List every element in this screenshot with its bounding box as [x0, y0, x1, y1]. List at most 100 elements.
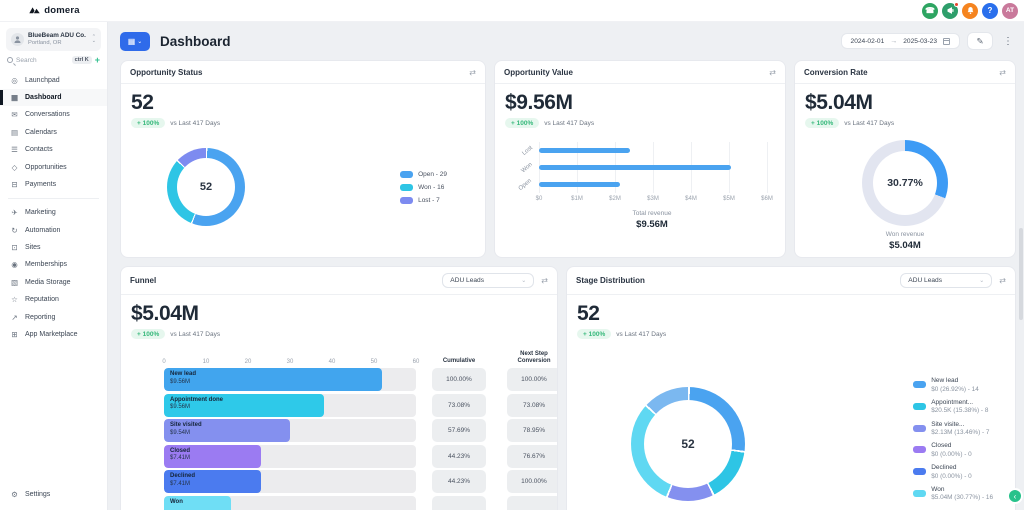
account-switcher[interactable]: BlueBeam ADU Co. Portland, OR ⌃ ⌄	[6, 28, 101, 51]
status-legend: Open - 29 Won - 16 Lost - 7	[400, 170, 447, 204]
switch-chart-icon[interactable]: ⇄	[469, 68, 476, 77]
account-avatar-icon	[11, 32, 24, 46]
grid-icon: ▦	[127, 36, 136, 46]
sidebar-item-automation[interactable]: ↻ Automation	[0, 222, 107, 239]
search-shortcut: ctrl K	[71, 56, 92, 64]
page-header: ▦ ⌄ Dashboard 2024-02-01 → 2025-03-23 ✎ ⋮	[120, 28, 1016, 54]
next-step-value	[507, 495, 557, 510]
sidebar-item-opportunities[interactable]: ◇ Opportunities	[0, 158, 107, 175]
value-bar-chart: Lost Won Open	[505, 142, 775, 194]
bar-label: Lost	[521, 144, 534, 157]
chevron-down-icon: ⌄	[979, 278, 985, 284]
compare-label: vs Last 417 Days	[170, 119, 221, 127]
sidebar-item-media-storage[interactable]: ▧ Media Storage	[0, 274, 107, 291]
vertical-scrollbar[interactable]	[1019, 228, 1023, 320]
topbar-icons: ☎ ? AT	[922, 1, 1024, 19]
sidebar-collapse-button[interactable]: ‹	[1009, 490, 1021, 502]
axis-tick: 0	[162, 359, 166, 366]
stage-donut-chart: 52	[631, 387, 745, 502]
legend-swatch	[400, 170, 414, 178]
sidebar-item-payments[interactable]: ⊟ Payments	[0, 176, 107, 193]
legend-swatch	[913, 468, 927, 476]
sidebar-item-contacts[interactable]: ☰ Contacts	[0, 141, 107, 158]
card-title: Stage Distribution	[576, 276, 645, 285]
bar-open	[539, 182, 620, 188]
sidebar-item-launchpad[interactable]: ◎ Launchpad	[0, 72, 107, 89]
card-title: Opportunity Value	[504, 67, 573, 77]
legend-item: New lead $0 (26.92%) - 14	[913, 377, 993, 394]
date-range-picker[interactable]: 2024-02-01 → 2025-03-23	[840, 33, 960, 49]
switch-chart-icon[interactable]: ⇄	[541, 276, 548, 285]
funnel-row-track: Closed $7.41M	[164, 444, 416, 468]
kebab-menu-button[interactable]: ⋮	[1000, 36, 1016, 47]
change-badge: + 100%	[131, 118, 166, 129]
legend-swatch	[913, 381, 927, 389]
sites-icon: ⊡	[11, 243, 18, 253]
quick-add-button[interactable]: +	[95, 55, 100, 65]
star-icon: ☆	[11, 295, 18, 305]
funnel-row-track: Site visited $9.54M	[164, 419, 416, 443]
axis-tick: 60	[412, 359, 420, 366]
switch-chart-icon[interactable]: ⇄	[999, 276, 1006, 285]
opportunity-value-card: Opportunity Value ⇄ $9.56M + 100% vs Las…	[494, 60, 786, 258]
axis-tick: $0	[535, 196, 543, 203]
next-step-value: 78.95%	[507, 419, 557, 443]
legend-item: Closed $0 (0.00%) - 0	[913, 442, 993, 459]
bell-icon[interactable]	[962, 2, 978, 19]
switch-chart-icon[interactable]: ⇄	[769, 68, 776, 77]
main-content: ▦ ⌄ Dashboard 2024-02-01 → 2025-03-23 ✎ ⋮…	[108, 22, 1024, 510]
calendar-icon	[943, 37, 950, 45]
sidebar-item-settings[interactable]: ⚙ Settings	[0, 486, 107, 503]
sidebar-item-marketing[interactable]: ✈ Marketing	[0, 204, 107, 221]
switch-chart-icon[interactable]: ⇄	[999, 68, 1006, 77]
bar-won	[539, 165, 731, 171]
sidebar-item-dashboard[interactable]: ▦ Dashboard	[0, 88, 107, 107]
sidebar-item-conversations[interactable]: ✉ Conversations	[0, 106, 107, 123]
bar-label: Won	[520, 161, 534, 174]
cumulative-value	[432, 495, 486, 510]
brand-logo-icon	[28, 2, 41, 20]
edit-dashboard-button[interactable]: ✎	[967, 32, 993, 50]
status-donut-chart: 52	[167, 148, 245, 227]
legend-swatch	[400, 196, 414, 204]
brand-logo[interactable]: domera	[0, 2, 108, 20]
avatar[interactable]: AT	[1002, 2, 1018, 19]
notification-dot	[954, 1, 959, 7]
search-placeholder: Search	[16, 56, 37, 64]
gauge-center-value: 30.77%	[873, 151, 937, 216]
marketplace-icon: ⊞	[11, 329, 18, 339]
funnel-total: $5.04M	[131, 302, 199, 325]
dashboard-switcher-button[interactable]: ▦ ⌄	[120, 31, 150, 51]
sidebar-item-calendars[interactable]: ▤ Calendars	[0, 124, 107, 141]
sidebar-item-app-marketplace[interactable]: ⊞ App Marketplace	[0, 326, 107, 343]
chevron-down-icon: ⌄	[137, 38, 143, 45]
stage-legend: New lead $0 (26.92%) - 14 Appointment... $…	[913, 377, 993, 503]
sidebar-item-memberships[interactable]: ◉ Memberships	[0, 256, 107, 273]
search-input[interactable]: Search ctrl K +	[7, 55, 100, 65]
compare-label: vs Last 417 Days	[170, 330, 221, 338]
sidebar-item-reporting[interactable]: ↗ Reporting	[0, 308, 107, 325]
account-chevrons-icon: ⌃ ⌄	[91, 34, 96, 45]
funnel-row-track: Won	[164, 495, 416, 510]
stage-pipeline-select[interactable]: ADU Leads ⌄	[900, 273, 993, 288]
phone-icon[interactable]: ☎	[922, 2, 938, 19]
x-axis: $0 $1M $2M $3M $4M $5M $6M	[535, 196, 773, 205]
card-title: Conversion Rate	[804, 67, 868, 77]
announcement-icon[interactable]	[942, 1, 959, 19]
axis-tick: $3M	[647, 196, 659, 203]
sidebar-item-reputation[interactable]: ☆ Reputation	[0, 291, 107, 308]
sidebar-item-sites[interactable]: ⊡ Sites	[0, 239, 107, 256]
app-window: domera ☎ ? AT BlueBeam ADU Co. Portland,…	[0, 0, 1024, 510]
legend-item: Won $5.04M (30.77%) - 16	[913, 486, 993, 503]
funnel-bar: Site visited $9.54M	[164, 419, 290, 443]
legend-item: Site visite... $2.13M (13.46%) - 7	[913, 421, 993, 438]
help-icon[interactable]: ?	[982, 2, 998, 19]
funnel-pipeline-select[interactable]: ADU Leads ⌄	[442, 273, 535, 288]
funnel-bar: Won	[164, 495, 232, 510]
account-name: BlueBeam ADU Co.	[28, 32, 86, 39]
cumulative-value: 57.69%	[432, 419, 486, 443]
status-total: 52	[131, 91, 154, 114]
date-to: 2025-03-23	[903, 37, 937, 45]
dashboard-icon: ▦	[10, 93, 19, 103]
arrow-right-icon: →	[890, 37, 898, 45]
